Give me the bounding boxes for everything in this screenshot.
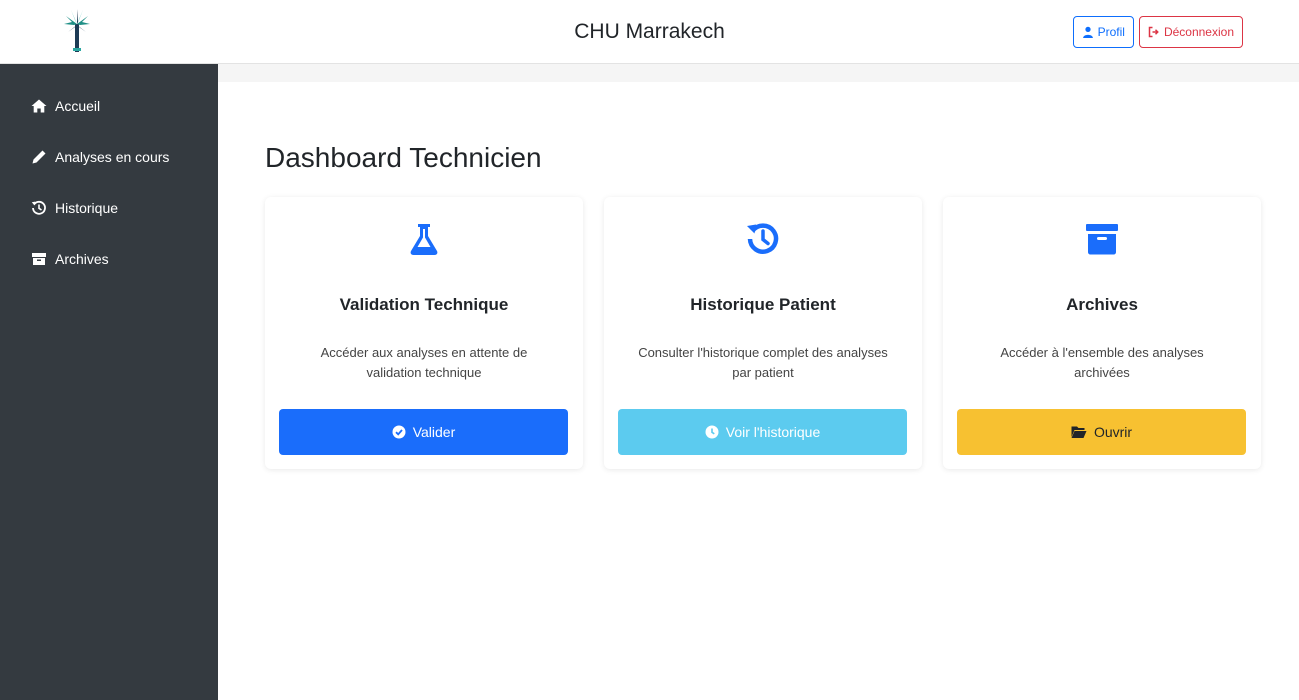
archive-icon: [1086, 224, 1118, 255]
card-title: Historique Patient: [690, 295, 836, 314]
valider-button[interactable]: Valider: [279, 409, 568, 455]
sidebar-item-historique[interactable]: Historique: [31, 200, 118, 216]
top-navbar: CHU Marrakech Profil Déconnexion: [0, 0, 1299, 64]
sidebar: Accueil Analyses en cours Historique Arc…: [0, 64, 218, 700]
ouvrir-button-label: Ouvrir: [1093, 424, 1133, 440]
archives-card: Archives Accéder à l'ensemble des analys…: [943, 197, 1261, 469]
logout-button-label: Déconnexion: [1163, 25, 1234, 39]
card-title: Archives: [1066, 295, 1138, 314]
voir-historique-button[interactable]: Voir l'historique: [618, 409, 907, 455]
history-icon: [747, 223, 779, 254]
home-icon: [31, 99, 47, 113]
history-icon: [31, 200, 46, 215]
header-actions: Profil Déconnexion: [1072, 16, 1243, 48]
profile-button[interactable]: Profil: [1072, 16, 1134, 48]
folder-open-icon: [1071, 426, 1087, 438]
check-circle-icon: [392, 425, 406, 439]
valider-button-label: Valider: [412, 424, 456, 440]
flask-icon: [410, 224, 438, 255]
card-description: Accéder à l'ensemble des analyses archiv…: [1000, 345, 1204, 380]
profile-button-label: Profil: [1097, 25, 1125, 39]
archive-icon: [32, 253, 46, 265]
validation-technique-card: Validation Technique Accéder aux analyse…: [265, 197, 583, 469]
card-title: Validation Technique: [339, 295, 509, 314]
user-icon: [1082, 26, 1093, 38]
sidebar-item-accueil[interactable]: Accueil: [31, 98, 100, 114]
content-top-strip: [218, 64, 1299, 82]
logout-button[interactable]: Déconnexion: [1138, 16, 1243, 48]
sidebar-item-label: Analyses en cours: [55, 149, 170, 165]
clock-icon: [705, 425, 719, 439]
sidebar-item-label: Historique: [55, 200, 119, 216]
sidebar-item-analyses-en-cours[interactable]: Analyses en cours: [31, 149, 169, 165]
card-description: Consulter l'historique complet des analy…: [638, 345, 888, 380]
sidebar-item-label: Archives: [55, 251, 109, 267]
pencil-icon: [32, 150, 46, 164]
sidebar-item-label: Accueil: [55, 98, 101, 114]
voir-historique-button-label: Voir l'historique: [725, 424, 821, 440]
card-description: Accéder aux analyses en attente de valid…: [320, 345, 528, 380]
historique-patient-card: Historique Patient Consulter l'historiqu…: [604, 197, 922, 469]
sign-out-icon: [1148, 26, 1159, 38]
ouvrir-button[interactable]: Ouvrir: [957, 409, 1246, 455]
page-title: Dashboard Technicien: [265, 142, 542, 173]
sidebar-item-archives[interactable]: Archives: [31, 251, 109, 267]
